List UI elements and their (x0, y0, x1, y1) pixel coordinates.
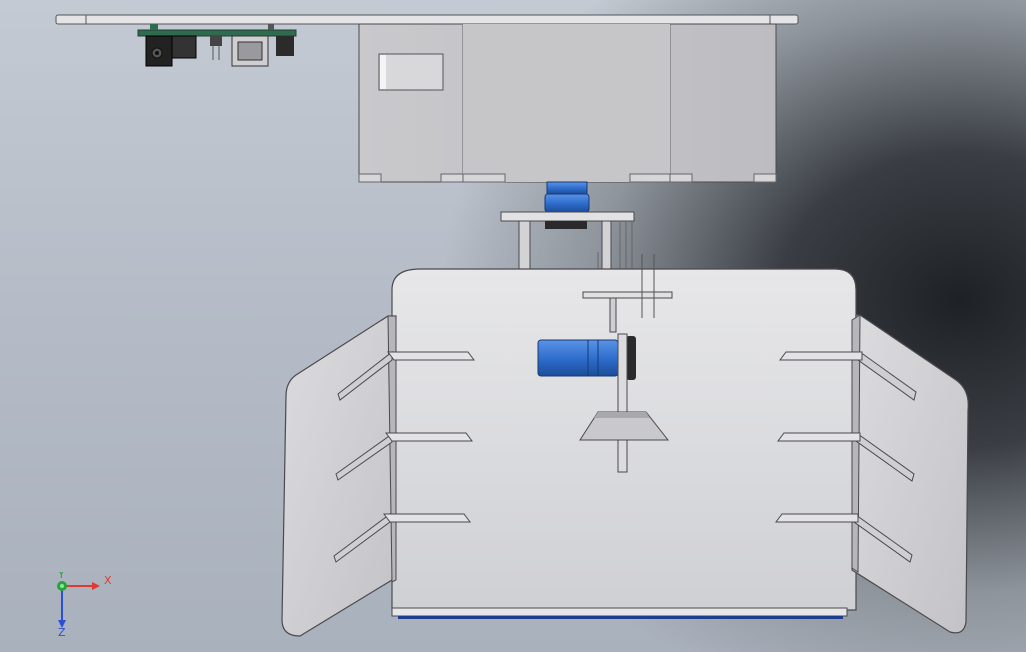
right-wing[interactable] (851, 314, 969, 634)
left-wing[interactable] (281, 315, 397, 637)
servo-coupling[interactable] (544, 181, 590, 213)
pcb-board[interactable] (137, 24, 297, 67)
cad-viewport[interactable]: X Y Z (0, 0, 1026, 652)
x-axis-label: X (104, 574, 112, 587)
z-axis-label: Z (58, 626, 66, 638)
cad-model[interactable] (0, 0, 1026, 652)
y-axis-label: Y (57, 572, 65, 581)
electronics-box[interactable] (358, 23, 777, 183)
orientation-triad: X Y Z (50, 568, 120, 639)
axis-triad-icon: X Y Z (57, 568, 112, 639)
top-plate[interactable] (55, 14, 799, 25)
